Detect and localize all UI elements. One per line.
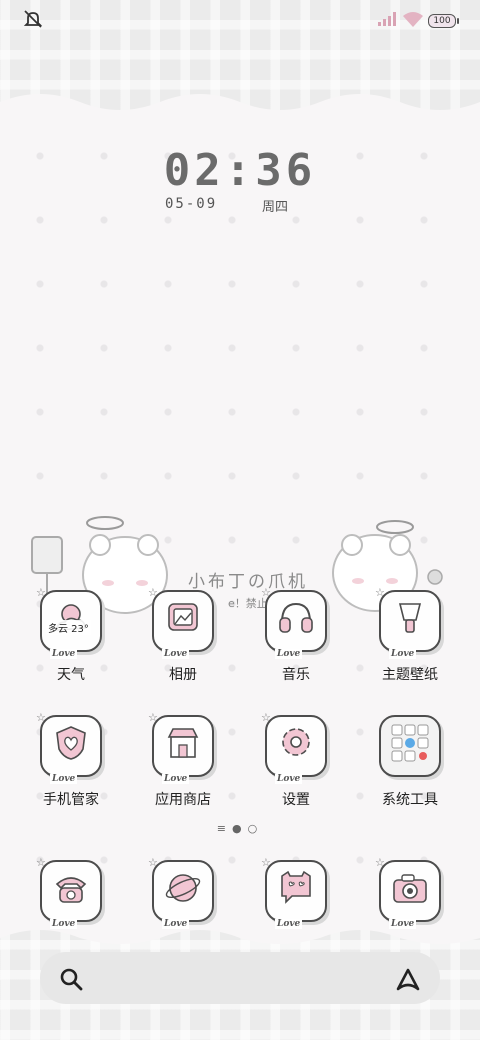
app-label: 主题壁纸 xyxy=(382,667,438,683)
app-weather[interactable]: ☆ Love 天气 xyxy=(15,586,127,684)
star-icon: ☆ xyxy=(36,856,46,869)
phone-manager-icon-tile[interactable]: ☆ Love xyxy=(36,711,102,784)
star-icon: ☆ xyxy=(375,856,385,869)
weather-readout: 多云 23° xyxy=(46,620,91,635)
store-icon-tile[interactable]: ☆ Love xyxy=(148,711,214,784)
app-settings[interactable]: ☆ Love 设置 xyxy=(240,711,352,809)
system-tools-folder[interactable] xyxy=(379,715,441,777)
love-tag: Love xyxy=(50,649,78,659)
app-label: 天气 xyxy=(57,667,85,683)
star-icon: ☆ xyxy=(261,586,271,599)
app-music[interactable]: ☆ Love 音乐 xyxy=(240,586,352,684)
search-icon[interactable] xyxy=(58,966,84,992)
love-tag: Love xyxy=(275,919,303,929)
battery-icon: 100 xyxy=(428,14,456,28)
music-icon-tile[interactable]: ☆ Love xyxy=(261,586,327,659)
page-list-icon: ≡ xyxy=(216,822,232,835)
app-store[interactable]: ☆ Love 应用商店 xyxy=(127,711,239,809)
app-label: 系统工具 xyxy=(382,792,438,808)
widget-title: 小布丁の爪机 xyxy=(188,572,308,592)
app-album[interactable]: ☆ Love 相册 xyxy=(127,586,239,684)
signal-icon xyxy=(378,12,396,26)
love-tag: Love xyxy=(162,774,190,784)
love-tag: Love xyxy=(50,774,78,784)
headphones-icon xyxy=(279,602,313,633)
search-bar[interactable] xyxy=(40,952,440,1004)
love-tag: Love xyxy=(275,774,303,784)
app-system-tools[interactable]: 系统工具 xyxy=(354,715,466,809)
battery-tip xyxy=(457,18,459,24)
app-label: 音乐 xyxy=(282,667,310,683)
clock-date: 05-09 xyxy=(165,196,218,212)
app-label: 手机管家 xyxy=(43,792,99,808)
camera-icon-tile[interactable]: ☆ Love xyxy=(375,856,441,929)
clock-weekday: 周四 xyxy=(262,200,289,215)
folder-icon xyxy=(391,724,429,762)
star-icon: ☆ xyxy=(148,586,158,599)
assistant-icon[interactable] xyxy=(394,966,422,992)
browser-icon xyxy=(165,874,201,902)
app-label: 相册 xyxy=(169,667,197,683)
page-dot-active: ● xyxy=(232,822,248,835)
mute-icon xyxy=(23,10,43,28)
star-icon: ☆ xyxy=(261,711,271,724)
page-dot: ○ xyxy=(247,822,264,835)
star-icon: ☆ xyxy=(148,711,158,724)
settings-icon-tile[interactable]: ☆ Love xyxy=(261,711,327,784)
app-phone-manager[interactable]: ☆ Love 手机管家 xyxy=(15,711,127,809)
wifi-icon xyxy=(403,12,423,27)
love-tag: Love xyxy=(275,649,303,659)
app-theme[interactable]: ☆ Love 主题壁纸 xyxy=(354,586,466,684)
dock-messages[interactable]: ☆ Love xyxy=(240,856,352,929)
page-indicator[interactable]: ≡●○ xyxy=(0,822,480,835)
clock-time[interactable]: 02:36 xyxy=(0,145,480,196)
love-tag: Love xyxy=(389,919,417,929)
love-tag: Love xyxy=(162,919,190,929)
star-icon: ☆ xyxy=(36,586,46,599)
album-icon-tile[interactable]: ☆ Love xyxy=(148,586,214,659)
app-label: 设置 xyxy=(282,792,310,808)
camera-icon xyxy=(393,874,427,903)
love-tag: Love xyxy=(389,649,417,659)
love-tag: Love xyxy=(162,649,190,659)
album-icon xyxy=(168,603,198,631)
dock-camera[interactable]: ☆ Love xyxy=(354,856,466,929)
theme-icon xyxy=(398,603,422,633)
star-icon: ☆ xyxy=(36,711,46,724)
shield-icon xyxy=(56,726,86,760)
theme-icon-tile[interactable]: ☆ Love xyxy=(375,586,441,659)
dock-phone[interactable]: ☆ Love xyxy=(15,856,127,929)
message-icon-tile[interactable]: ☆ Love xyxy=(261,856,327,929)
browser-icon-tile[interactable]: ☆ Love xyxy=(148,856,214,929)
message-icon xyxy=(281,870,311,904)
star-icon: ☆ xyxy=(261,856,271,869)
love-tag: Love xyxy=(50,919,78,929)
star-icon: ☆ xyxy=(148,856,158,869)
star-icon: ☆ xyxy=(375,586,385,599)
phone-icon xyxy=(55,877,87,903)
gear-icon xyxy=(282,728,310,756)
phone-icon-tile[interactable]: ☆ Love xyxy=(36,856,102,929)
app-label: 应用商店 xyxy=(155,792,211,808)
dock-browser[interactable]: ☆ Love xyxy=(127,856,239,929)
store-icon xyxy=(167,728,199,758)
status-bar: 100 xyxy=(0,0,480,40)
